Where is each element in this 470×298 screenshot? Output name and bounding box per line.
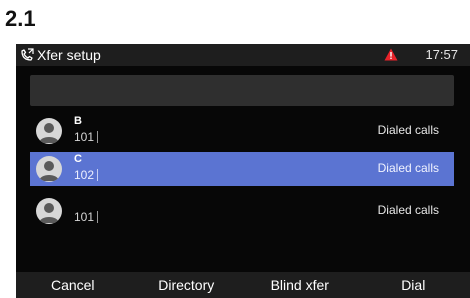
text-cursor (97, 169, 99, 181)
blind-xfer-softkey[interactable]: Blind xfer (243, 277, 357, 293)
contact-name: B (74, 115, 82, 127)
call-type-label: Dialed calls (377, 123, 439, 137)
contact-row-unnamed[interactable]: 101 Dialed calls (30, 194, 454, 228)
contact-name: C (74, 153, 82, 165)
contact-row-b[interactable]: B 101 Dialed calls (30, 114, 454, 148)
search-input[interactable] (30, 75, 454, 106)
cancel-softkey[interactable]: Cancel (16, 277, 130, 293)
call-type-label: Dialed calls (377, 203, 439, 217)
contact-number: 101 (74, 130, 99, 144)
avatar-icon (36, 198, 62, 224)
page-title: Xfer setup (37, 47, 101, 63)
avatar-icon (36, 118, 62, 144)
dial-softkey[interactable]: Dial (357, 277, 470, 293)
avatar-icon (36, 156, 62, 182)
text-cursor (97, 131, 99, 143)
section-label: 2.1 (5, 6, 36, 31)
contact-row-c[interactable]: C 102 Dialed calls (30, 152, 454, 186)
title-bar: Xfer setup 17:57 (16, 44, 470, 66)
contact-number: 102 (74, 168, 99, 182)
phone-screen: Xfer setup 17:57 B 101 Dialed calls C 10… (16, 44, 470, 298)
clock: 17:57 (425, 47, 458, 62)
warning-triangle-icon[interactable] (384, 48, 398, 61)
call-transfer-icon (20, 48, 34, 62)
call-type-label: Dialed calls (377, 161, 439, 175)
contact-number: 101 (74, 210, 99, 224)
text-cursor (97, 211, 99, 223)
directory-softkey[interactable]: Directory (130, 277, 244, 293)
softkey-bar: Cancel Directory Blind xfer Dial (16, 272, 470, 298)
